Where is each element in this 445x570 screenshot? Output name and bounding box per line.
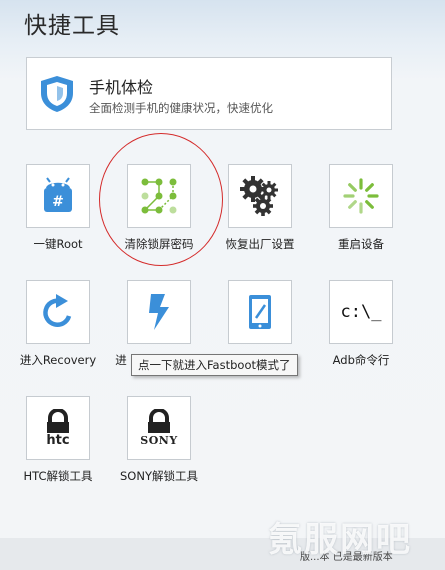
restart-device-button[interactable] — [329, 164, 393, 228]
htc-lock-icon: htc — [44, 409, 72, 447]
svg-text:#: # — [52, 194, 64, 210]
sony-lock-icon: SONY — [140, 409, 177, 447]
factory-reset-button[interactable] — [228, 164, 292, 228]
card-title: 手机体检 — [89, 78, 154, 97]
adb-command-label: Adb命令行 — [332, 353, 390, 367]
htc-unlock-button[interactable]: htc — [26, 396, 90, 460]
refresh-icon — [43, 294, 72, 327]
root-tool-button[interactable]: # — [26, 164, 90, 228]
lightning-icon — [149, 294, 169, 330]
sony-brand-text: SONY — [140, 434, 178, 447]
factory-reset-label: 恢复出厂设置 — [225, 237, 295, 251]
gears-icon — [240, 176, 278, 216]
phone-checkup-card[interactable]: 手机体检 全面检测手机的健康状况，快速优化 — [26, 57, 392, 130]
clear-lock-password-button[interactable] — [127, 164, 191, 228]
tablet-tool-button[interactable] — [228, 280, 292, 344]
htc-brand-text: htc — [46, 433, 70, 448]
android-root-icon: # — [44, 177, 72, 212]
sony-unlock-button[interactable]: SONY — [127, 396, 191, 460]
adb-command-button[interactable]: c:\_ — [329, 280, 393, 344]
restart-device-label: 重启设备 — [338, 237, 384, 251]
pattern-lock-icon — [141, 178, 177, 214]
fastboot-tooltip: 点一下就进入Fastboot模式了 — [131, 354, 298, 376]
clear-lock-password-label: 清除锁屏密码 — [124, 237, 194, 251]
enter-fastboot-button[interactable] — [127, 280, 191, 344]
command-prompt-icon: c:\_ — [340, 302, 382, 322]
enter-recovery-button[interactable] — [26, 280, 90, 344]
sony-unlock-label: SONY解锁工具 — [120, 469, 198, 483]
page-title: 快捷工具 — [24, 13, 120, 39]
tablet-pen-icon — [249, 295, 271, 329]
htc-unlock-label: HTC解锁工具 — [23, 469, 93, 483]
shield-icon — [41, 76, 73, 112]
loading-spinner-icon — [343, 178, 379, 214]
root-tool-label: 一键Root — [33, 237, 83, 251]
watermark-logo: 氪服网吧 — [268, 520, 412, 560]
card-subtitle: 全面检测手机的健康状况，快速优化 — [89, 101, 273, 115]
